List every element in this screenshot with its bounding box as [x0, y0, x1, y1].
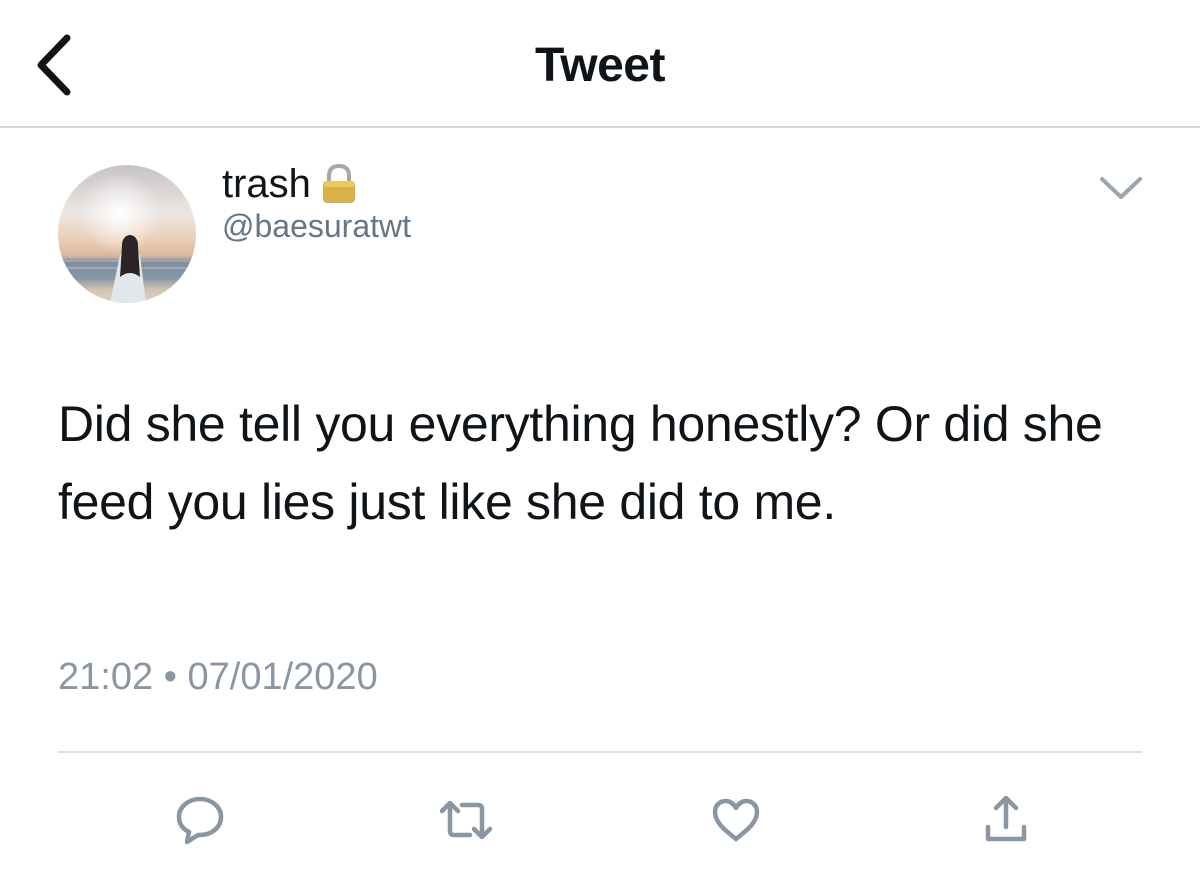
tweet-timestamp[interactable]: 21:02 • 07/01/2020 [58, 656, 378, 699]
reply-icon [176, 796, 224, 845]
divider [58, 751, 1142, 753]
lock-icon [317, 162, 361, 206]
retweet-icon [439, 800, 493, 840]
user-handle[interactable]: @baesuratwt [222, 208, 411, 245]
reply-button[interactable] [170, 790, 230, 850]
share-button[interactable] [976, 790, 1036, 850]
display-name-text: trash [222, 162, 311, 206]
heart-icon [712, 798, 760, 842]
page-title: Tweet [535, 39, 665, 92]
chevron-down-icon [1100, 177, 1142, 199]
more-options-button[interactable] [1095, 168, 1147, 208]
display-name[interactable]: trash [222, 160, 361, 208]
share-icon [985, 795, 1027, 842]
avatar-photo [58, 165, 196, 303]
retweet-button[interactable] [436, 790, 496, 850]
like-button[interactable] [706, 790, 766, 850]
top-bar: Tweet [0, 0, 1200, 128]
tweet-text: Did she tell you everything honestly? Or… [58, 396, 1103, 530]
avatar[interactable] [58, 165, 196, 303]
